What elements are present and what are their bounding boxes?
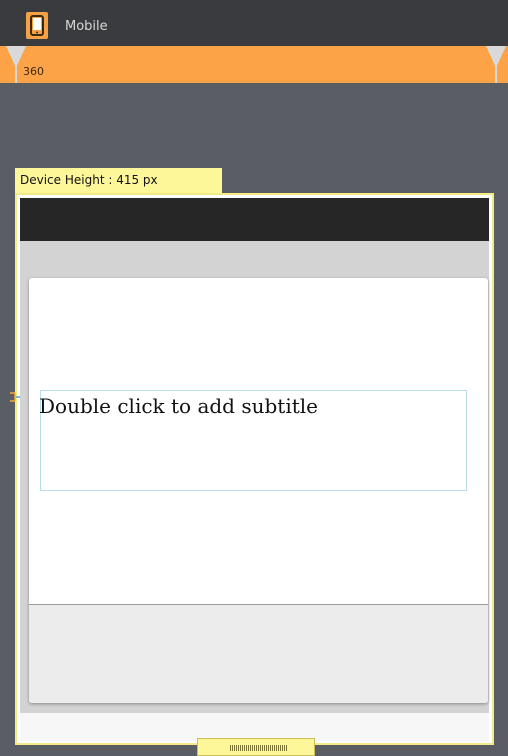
ruler-width-value: 360 <box>23 65 44 78</box>
editor-canvas: Mobile 360 Device Height : 415 px Double… <box>0 0 508 756</box>
ruler-right-handle[interactable] <box>486 46 506 68</box>
width-ruler[interactable]: 360 <box>0 46 508 83</box>
device-tab-label: Mobile <box>65 19 108 34</box>
device-bottom-strip <box>20 713 489 741</box>
element-anchor-icon[interactable] <box>9 391 21 403</box>
height-resize-handle[interactable] <box>197 738 315 756</box>
subtitle-textbox[interactable]: Double click to add subtitle <box>39 390 467 491</box>
device-frame: Double click to add subtitle <box>15 193 494 745</box>
mobile-phone-icon <box>26 12 48 39</box>
device-header-bar <box>20 198 489 241</box>
device-height-tag: Device Height : 415 px <box>15 168 222 193</box>
dialog-footer <box>29 604 488 703</box>
device-height-label: Device Height : 415 px <box>20 173 158 187</box>
ruler-right-handle-stem <box>495 66 497 83</box>
dialog-panel[interactable]: Double click to add subtitle <box>29 278 488 703</box>
ruler-left-handle-stem <box>15 66 17 83</box>
device-content: Double click to add subtitle <box>20 241 489 741</box>
top-bar: Mobile <box>0 0 508 46</box>
subtitle-placeholder: Double click to add subtitle <box>39 394 318 418</box>
grip-icon <box>230 745 288 751</box>
device-tab-mobile[interactable]: Mobile <box>23 6 153 46</box>
